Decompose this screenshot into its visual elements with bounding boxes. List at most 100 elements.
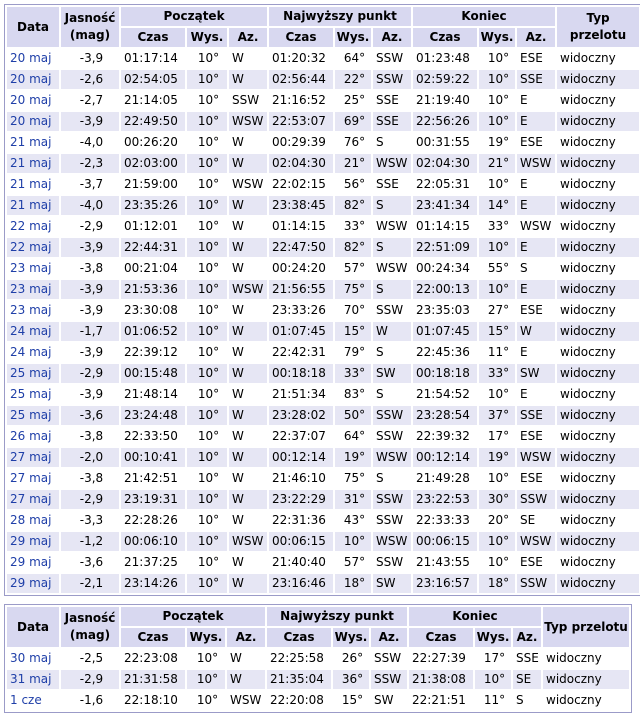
cell-start-az: W <box>229 70 267 89</box>
table-row[interactable]: 27 maj -2,0 00:10:41 10° W 00:12:14 19° WSW 00:1… <box>7 448 640 467</box>
table-row[interactable]: 29 maj -2,1 23:14:26 10° W 23:16:46 18° SW 23:16… <box>7 574 640 593</box>
cell-pass-type: widoczny <box>557 490 640 509</box>
cell-magnitude: -3,9 <box>61 301 119 320</box>
cell-pass-type: widoczny <box>557 280 640 299</box>
header-pass-type[interactable]: Typ przelotu <box>543 607 630 647</box>
cell-end-alt: 10° <box>479 112 516 131</box>
table-row[interactable]: 20 maj -2,7 21:14:05 10° SSW 21:16:52 25° SSE 21… <box>7 91 640 110</box>
cell-date[interactable]: 25 maj <box>7 385 59 404</box>
table-row[interactable]: 21 maj -4,0 23:35:26 10° W 23:38:45 82° S 23:41:… <box>7 196 640 215</box>
table-row[interactable]: 20 maj -3,9 01:17:14 10° W 01:20:32 64° SSW 01:2… <box>7 49 640 68</box>
cell-highest-time: 21:51:34 <box>269 385 333 404</box>
table-row[interactable]: 30 maj -2,5 22:23:08 10° W 22:25:58 26° SSW 22:2… <box>7 649 630 668</box>
cell-pass-type: widoczny <box>543 670 630 689</box>
table-row[interactable]: 21 maj -3,7 21:59:00 10° WSW 22:02:15 56° SSE 22… <box>7 175 640 194</box>
cell-date[interactable]: 20 maj <box>7 91 59 110</box>
header-brightness[interactable]: Jasność (mag) <box>61 7 119 47</box>
table-row[interactable]: 22 maj -2,9 01:12:01 10° W 01:14:15 33° WSW 01:1… <box>7 217 640 236</box>
cell-date[interactable]: 29 maj <box>7 574 59 593</box>
table-row[interactable]: 27 maj -2,9 23:19:31 10° W 23:22:29 31° SSW 23:2… <box>7 490 640 509</box>
cell-date[interactable]: 23 maj <box>7 301 59 320</box>
cell-date[interactable]: 21 maj <box>7 175 59 194</box>
cell-date[interactable]: 22 maj <box>7 238 59 257</box>
header-brightness[interactable]: Jasność (mag) <box>61 607 119 647</box>
table-row[interactable]: 25 maj -2,9 00:15:48 10° W 00:18:18 33° SW 00:18… <box>7 364 640 383</box>
cell-start-az: W <box>229 322 267 341</box>
cell-start-az: W <box>229 238 267 257</box>
cell-highest-time: 00:24:20 <box>269 259 333 278</box>
cell-highest-az: SSW <box>373 49 412 68</box>
cell-date[interactable]: 27 maj <box>7 448 59 467</box>
table-row[interactable]: 31 maj -2,9 21:31:58 10° W 21:35:04 36° SSW 21:3… <box>7 670 630 689</box>
table-row[interactable]: 25 maj -3,6 23:24:48 10° W 23:28:02 50° SSW 23:2… <box>7 406 640 425</box>
cell-end-alt: 17° <box>475 649 512 668</box>
cell-end-alt: 10° <box>479 70 516 89</box>
table-row[interactable]: 21 maj -4,0 00:26:20 10° W 00:29:39 76° S 00:31:… <box>7 133 640 152</box>
cell-start-alt: 10° <box>187 301 227 320</box>
cell-date[interactable]: 27 maj <box>7 490 59 509</box>
cell-highest-alt: 75° <box>335 280 371 299</box>
header-date[interactable]: Data <box>7 7 59 47</box>
header-brightness-unit: (mag) <box>69 628 111 642</box>
table-row[interactable]: 20 maj -3,9 22:49:50 10° WSW 22:53:07 69° SSE 22… <box>7 112 640 131</box>
table-row[interactable]: 23 maj -3,9 23:30:08 10° W 23:33:26 70° SSW 23:3… <box>7 301 640 320</box>
table-row[interactable]: 26 maj -3,8 22:33:50 10° W 22:37:07 64° SSW 22:3… <box>7 427 640 446</box>
cell-date[interactable]: 21 maj <box>7 154 59 173</box>
table-row[interactable]: 22 maj -3,9 22:44:31 10° W 22:47:50 82° S 22:51:… <box>7 238 640 257</box>
cell-date[interactable]: 20 maj <box>7 49 59 68</box>
table-row[interactable]: 24 maj -3,9 22:39:12 10° W 22:42:31 79° S 22:45:… <box>7 343 640 362</box>
table-row[interactable]: 23 maj -3,8 00:21:04 10° W 00:24:20 57° WSW 00:2… <box>7 259 640 278</box>
header-end-alt: Wys. <box>475 628 512 647</box>
cell-highest-time: 23:28:02 <box>269 406 333 425</box>
cell-date[interactable]: 20 maj <box>7 112 59 131</box>
cell-start-alt: 10° <box>187 112 227 131</box>
cell-date[interactable]: 25 maj <box>7 406 59 425</box>
cell-date[interactable]: 28 maj <box>7 511 59 530</box>
table-row[interactable]: 29 maj -1,2 00:06:10 10° WSW 00:06:15 10° WSW 00… <box>7 532 640 551</box>
table-row[interactable]: 24 maj -1,7 01:06:52 10° W 01:07:45 15° W 01:07:… <box>7 322 640 341</box>
cell-highest-alt: 76° <box>335 133 371 152</box>
table-row[interactable]: 1 cze -1,6 22:18:10 10° WSW 22:20:08 15° SW 22:2… <box>7 691 630 710</box>
table-row[interactable]: 29 maj -3,6 21:37:25 10° W 21:40:40 57° SSW 21:4… <box>7 553 640 572</box>
cell-date[interactable]: 29 maj <box>7 532 59 551</box>
cell-date[interactable]: 25 maj <box>7 364 59 383</box>
cell-date[interactable]: 29 maj <box>7 553 59 572</box>
cell-magnitude: -2,5 <box>61 649 119 668</box>
cell-date[interactable]: 31 maj <box>7 670 59 689</box>
cell-pass-type: widoczny <box>557 448 640 467</box>
cell-end-alt: 14° <box>479 196 516 215</box>
cell-pass-type: widoczny <box>557 154 640 173</box>
cell-date[interactable]: 24 maj <box>7 322 59 341</box>
table-row[interactable]: 25 maj -3,9 21:48:14 10° W 21:51:34 83° S 21:54:… <box>7 385 640 404</box>
header-pass-type[interactable]: Typ przelotu <box>557 7 640 47</box>
cell-highest-az: WSW <box>373 259 412 278</box>
table-row[interactable]: 27 maj -3,8 21:42:51 10° W 21:46:10 75° S 21:49:… <box>7 469 640 488</box>
cell-date[interactable]: 22 maj <box>7 217 59 236</box>
cell-start-alt: 10° <box>187 670 225 689</box>
table-row[interactable]: 23 maj -3,9 21:53:36 10° WSW 21:56:55 75° S 22:0… <box>7 280 640 299</box>
cell-start-time: 01:06:52 <box>121 322 185 341</box>
table-row[interactable]: 21 maj -2,3 02:03:00 10° W 02:04:30 21° WSW 02:0… <box>7 154 640 173</box>
cell-date[interactable]: 30 maj <box>7 649 59 668</box>
cell-pass-type: widoczny <box>543 649 630 668</box>
table-row[interactable]: 28 maj -3,3 22:28:26 10° W 22:31:36 43° SSW 22:3… <box>7 511 640 530</box>
cell-pass-type: widoczny <box>557 574 640 593</box>
cell-date[interactable]: 21 maj <box>7 133 59 152</box>
header-date[interactable]: Data <box>7 607 59 647</box>
cell-highest-az: SSW <box>373 511 412 530</box>
cell-date[interactable]: 27 maj <box>7 469 59 488</box>
cell-start-alt: 10° <box>187 217 227 236</box>
header-start-time: Czas <box>121 28 185 47</box>
cell-date[interactable]: 23 maj <box>7 280 59 299</box>
cell-date[interactable]: 24 maj <box>7 343 59 362</box>
cell-date[interactable]: 1 cze <box>7 691 59 710</box>
cell-date[interactable]: 21 maj <box>7 196 59 215</box>
cell-date[interactable]: 23 maj <box>7 259 59 278</box>
cell-date[interactable]: 26 maj <box>7 427 59 446</box>
table-row[interactable]: 20 maj -2,6 02:54:05 10° W 02:56:44 22° SSW 02:5… <box>7 70 640 89</box>
cell-highest-alt: 15° <box>335 322 371 341</box>
cell-end-time: 00:06:15 <box>413 532 478 551</box>
cell-start-az: W <box>229 49 267 68</box>
cell-date[interactable]: 20 maj <box>7 70 59 89</box>
header-brightness-unit: (mag) <box>69 28 111 42</box>
